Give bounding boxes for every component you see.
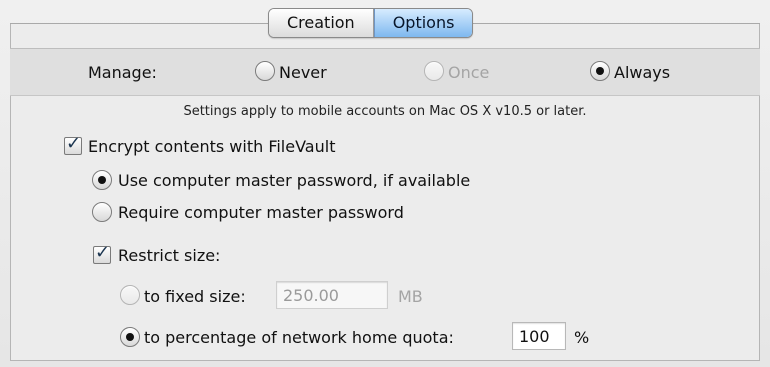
percentage-quota-unit: %	[574, 328, 590, 347]
percentage-quota-radio[interactable]	[120, 327, 140, 347]
options-panel: Creation Options Manage: Never Once Alwa…	[0, 0, 770, 367]
tab-options[interactable]: Options	[373, 9, 473, 37]
manage-once-label: Once	[448, 63, 490, 82]
manage-always-radio[interactable]	[590, 61, 610, 81]
manage-never-radio[interactable]	[255, 61, 275, 81]
fixed-size-radio[interactable]	[120, 285, 140, 305]
encrypt-filevault-label: Encrypt contents with FileVault	[88, 137, 336, 156]
restrict-size-label: Restrict size:	[118, 246, 221, 265]
manage-always-label: Always	[614, 63, 671, 82]
master-password-if-available-radio[interactable]	[92, 170, 112, 190]
require-master-password-radio[interactable]	[92, 202, 112, 222]
percentage-quota-input[interactable]: 100	[512, 322, 566, 350]
master-password-if-available-label: Use computer master password, if availab…	[118, 171, 471, 190]
fixed-size-unit: MB	[398, 287, 423, 306]
manage-never-label: Never	[279, 63, 327, 82]
percentage-quota-label: to percentage of network home quota:	[144, 328, 454, 347]
restrict-size-checkbox[interactable]	[93, 242, 111, 264]
require-master-password-label: Require computer master password	[118, 203, 404, 222]
encrypt-filevault-checkbox[interactable]	[64, 133, 82, 155]
tab-switcher: Creation Options	[268, 8, 474, 38]
mobile-accounts-note: Settings apply to mobile accounts on Mac…	[183, 104, 587, 119]
tab-creation[interactable]: Creation	[269, 9, 374, 37]
manage-once-radio	[424, 61, 444, 81]
fixed-size-label: to fixed size:	[144, 287, 246, 306]
fixed-size-input[interactable]: 250.00	[276, 281, 388, 309]
manage-label: Manage:	[88, 63, 157, 82]
